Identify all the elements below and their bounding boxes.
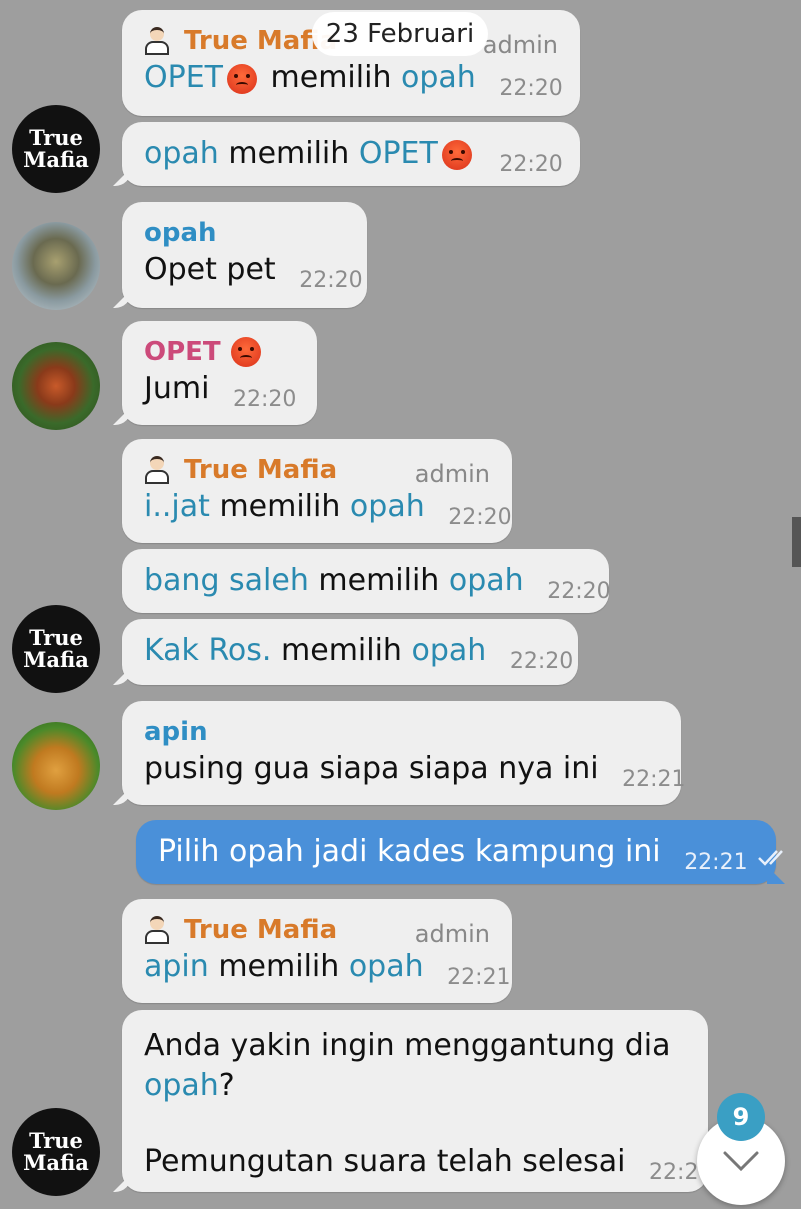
message-text: Opet pet 22:20 xyxy=(144,252,363,293)
angry-face-icon xyxy=(230,337,261,367)
suit-person-icon xyxy=(144,27,170,55)
scrollbar[interactable] xyxy=(792,517,801,567)
sender-name[interactable]: opah xyxy=(144,216,345,250)
avatar-opah[interactable] xyxy=(12,222,100,310)
date-pill: 23 Februari xyxy=(312,12,488,56)
sender-name[interactable]: apin xyxy=(144,715,659,749)
mention[interactable]: opah xyxy=(144,1068,219,1103)
mention[interactable]: i..jat xyxy=(144,489,210,524)
message-time: 22:20 xyxy=(232,387,297,412)
suit-person-icon xyxy=(144,456,170,484)
message-time: 22:21 xyxy=(447,965,511,990)
message-time: 22:21 xyxy=(622,767,686,792)
mention[interactable]: opah xyxy=(449,563,524,598)
message-text: Jumi 22:20 xyxy=(144,371,297,412)
message-text: bang saleh memilih opah 22:20 xyxy=(144,563,611,604)
double-check-icon xyxy=(758,850,784,866)
message-bubble[interactable]: Anda yakin ingin menggantung dia opah? P… xyxy=(122,1010,713,1192)
sender-name[interactable]: OPET xyxy=(144,335,295,369)
message-bubble[interactable]: True Mafia admin apin memilih opah 22:21 xyxy=(122,899,512,1003)
mention[interactable]: bang saleh xyxy=(144,563,309,598)
message-bubble[interactable]: bang saleh memilih opah 22:20 xyxy=(122,549,611,613)
angry-face-icon xyxy=(441,139,472,170)
message-bubble-outgoing[interactable]: Pilih opah jadi kades kampung ini 22:21 xyxy=(136,820,784,884)
message-bubble[interactable]: True Mafia admin i..jat memilih opah 22:… xyxy=(122,439,512,543)
message-time: 22:20 xyxy=(299,268,363,293)
message-text: Pilih opah jadi kades kampung ini 22:21 xyxy=(158,832,784,875)
message-text: Anda yakin ingin menggantung dia xyxy=(144,1028,671,1063)
mention[interactable]: opah xyxy=(144,136,219,171)
message-text: opah? xyxy=(144,1068,235,1103)
message-time: 22:21 xyxy=(684,850,748,875)
message-bubble[interactable]: opah Opet pet 22:20 xyxy=(122,202,367,308)
message-bubble[interactable]: apin pusing gua siapa siapa nya ini 22:2… xyxy=(122,701,686,805)
avatar-true-mafia[interactable]: True Mafia xyxy=(12,1108,100,1196)
mention[interactable]: opah xyxy=(349,949,424,984)
mention[interactable]: opah xyxy=(401,60,476,95)
avatar-true-mafia[interactable]: True Mafia xyxy=(12,105,100,193)
unread-count-badge: 9 xyxy=(717,1093,765,1141)
mention[interactable]: Kak Ros. xyxy=(144,633,271,668)
message-text: i..jat memilih opah 22:20 xyxy=(144,489,512,530)
suit-person-icon xyxy=(144,916,170,944)
message-text: OPET memilih opah 22:20 xyxy=(144,60,563,101)
avatar-opet[interactable] xyxy=(12,342,100,430)
message-text: apin memilih opah 22:21 xyxy=(144,949,511,990)
message-time: 22:20 xyxy=(499,152,563,177)
avatar-apin[interactable] xyxy=(12,722,100,810)
message-bubble[interactable]: opah memilih OPET 22:20 xyxy=(122,122,580,186)
message-bubble[interactable]: OPET Jumi 22:20 xyxy=(122,321,317,425)
admin-label: admin xyxy=(414,920,490,948)
message-time: 22:20 xyxy=(448,505,512,530)
message-text: pusing gua siapa siapa nya ini 22:21 xyxy=(144,751,686,792)
mention[interactable]: apin xyxy=(144,949,209,984)
message-time: 22:20 xyxy=(547,579,611,604)
message-text: opah memilih OPET 22:20 xyxy=(144,136,563,177)
admin-label: admin xyxy=(482,31,558,59)
message-time: 22:20 xyxy=(499,76,563,101)
message-text: Pemungutan suara telah selesai 22:21 xyxy=(144,1144,713,1185)
message-time: 22:20 xyxy=(509,649,574,674)
mention[interactable]: OPET xyxy=(359,136,438,171)
mention[interactable]: opah xyxy=(412,633,487,668)
admin-label: admin xyxy=(414,460,490,488)
sender-name[interactable]: True Mafia admin xyxy=(144,453,490,488)
message-text: Kak Ros. memilih opah 22:20 xyxy=(144,633,574,674)
angry-face-icon xyxy=(226,63,257,94)
mention[interactable]: OPET xyxy=(144,60,223,95)
avatar-true-mafia[interactable]: True Mafia xyxy=(12,605,100,693)
message-bubble[interactable]: Kak Ros. memilih opah 22:20 xyxy=(122,619,578,685)
mention[interactable]: opah xyxy=(350,489,425,524)
sender-name[interactable]: True Mafia admin xyxy=(144,913,490,948)
